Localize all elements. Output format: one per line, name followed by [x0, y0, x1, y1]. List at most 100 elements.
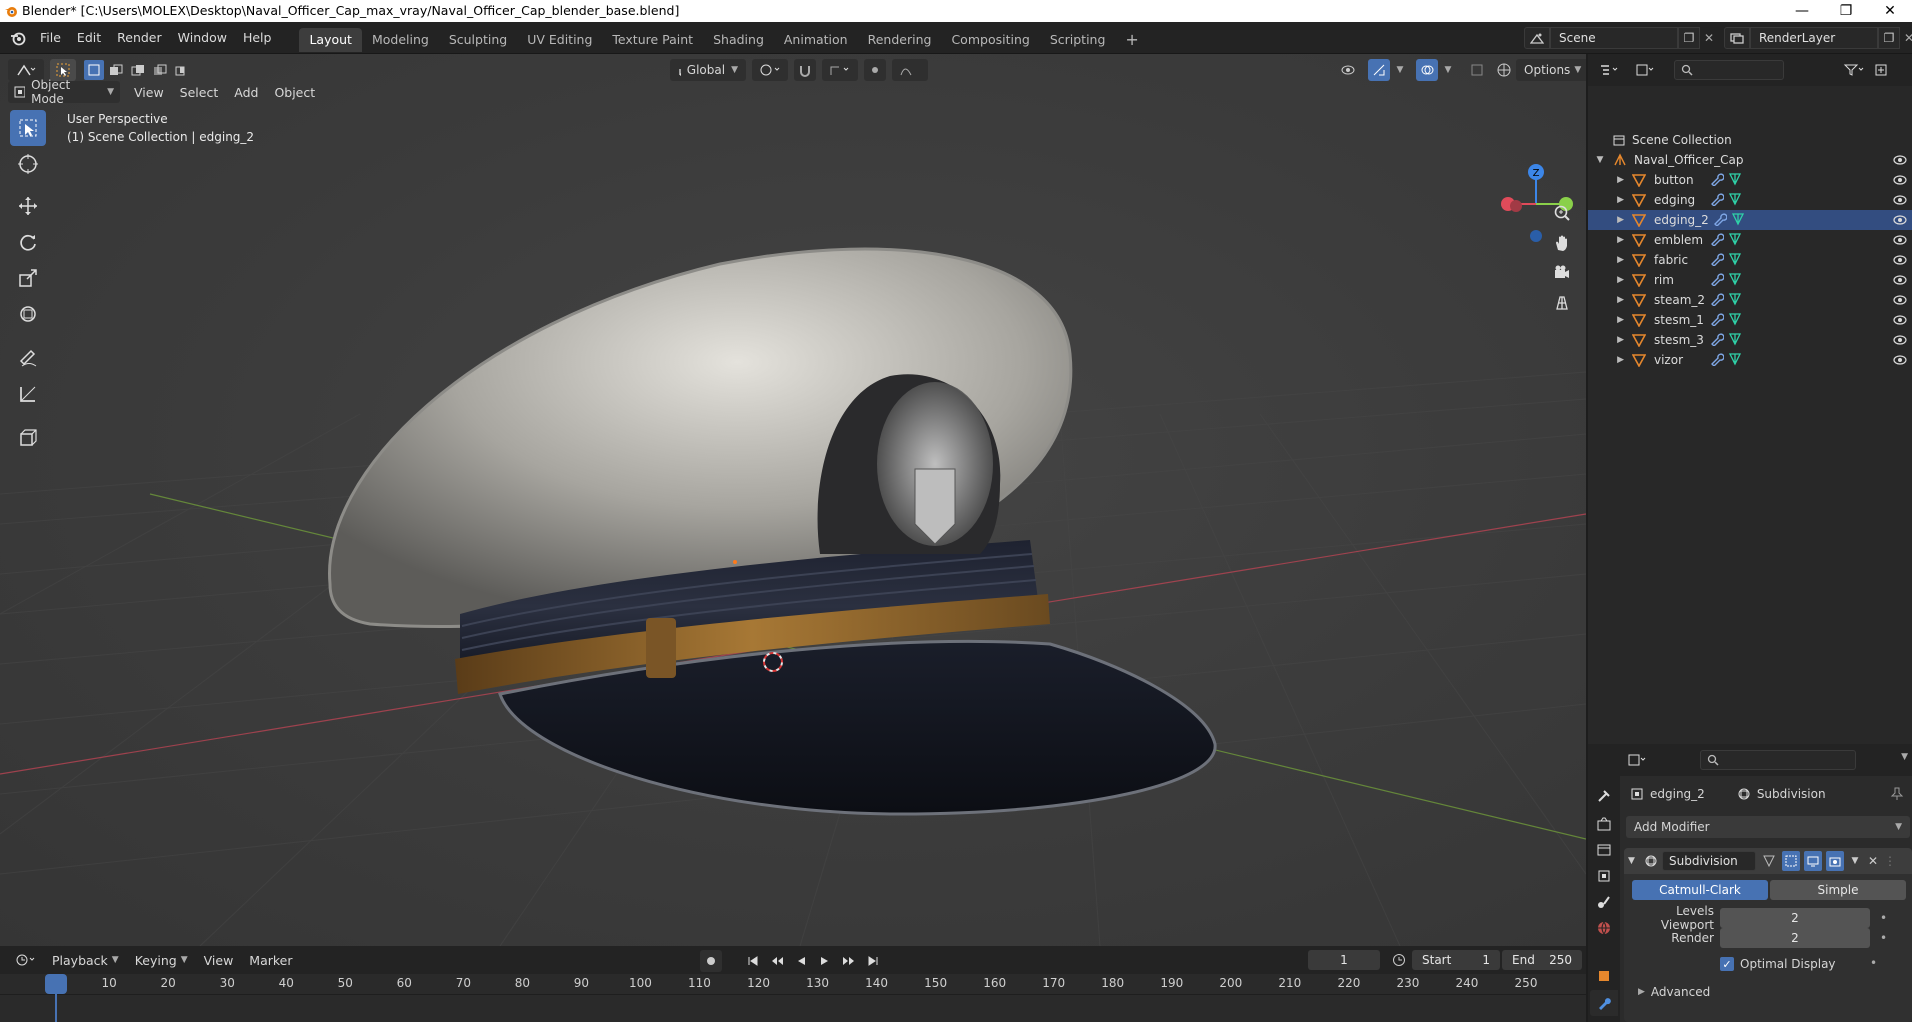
maximize-button[interactable]: ❐	[1824, 0, 1868, 22]
timeline-editor-type-icon[interactable]	[8, 949, 44, 971]
modifier-wrench-icon[interactable]	[1710, 232, 1725, 249]
outliner-row-scene-collection[interactable]: Scene Collection	[1588, 130, 1912, 150]
mesh-data-icon[interactable]	[1728, 332, 1742, 349]
visibility-eye-icon[interactable]	[1892, 293, 1908, 310]
outliner-row-object[interactable]: ▶ button	[1588, 170, 1912, 190]
add-cube-tool-button[interactable]	[10, 420, 46, 456]
mode-invert-icon[interactable]	[150, 60, 170, 80]
timeline-view-menu[interactable]: View	[196, 953, 242, 968]
view-layer-field[interactable]: RenderLayer	[1750, 27, 1878, 49]
outliner-row-object[interactable]: ▶ fabric	[1588, 250, 1912, 270]
viewport-toggle-icon[interactable]	[1804, 851, 1822, 871]
tab-compositing[interactable]: Compositing	[941, 28, 1039, 52]
mesh-data-icon[interactable]	[1728, 172, 1742, 189]
record-icon[interactable]	[700, 950, 722, 972]
expand-toggle-icon[interactable]: ▶	[1588, 355, 1632, 365]
expand-toggle-icon[interactable]: ▶	[1588, 315, 1632, 325]
tab-layout[interactable]: Layout	[299, 27, 362, 52]
pin-icon[interactable]	[1890, 786, 1904, 803]
advanced-subpanel[interactable]: ▶ Advanced	[1638, 982, 1710, 1002]
tool-properties-icon[interactable]	[1592, 784, 1616, 808]
measure-tool-button[interactable]	[10, 376, 46, 412]
jump-start-icon[interactable]	[744, 950, 762, 972]
snap-target-dropdown[interactable]	[822, 59, 858, 81]
scene-properties-icon[interactable]	[1592, 890, 1616, 914]
mode-set-icon[interactable]	[84, 60, 104, 80]
options-dropdown[interactable]: Options ▼	[1516, 59, 1586, 81]
tab-animation[interactable]: Animation	[774, 28, 858, 52]
expand-toggle-icon[interactable]: ▶	[1588, 195, 1632, 205]
annotate-tool-button[interactable]	[10, 340, 46, 376]
modifier-wrench-icon[interactable]	[1710, 192, 1725, 209]
mesh-data-icon[interactable]	[1728, 272, 1742, 289]
visibility-eye-icon[interactable]	[1892, 333, 1908, 350]
view-layer-icon[interactable]	[1724, 27, 1750, 49]
mode-dropdown[interactable]: Object Mode ▼	[8, 78, 120, 106]
expand-toggle-icon[interactable]: ▶	[1588, 175, 1632, 185]
timeline-marker-menu[interactable]: Marker	[241, 953, 300, 968]
add-modifier-dropdown[interactable]: Add Modifier ▼	[1626, 816, 1910, 838]
scale-tool-button[interactable]	[10, 260, 46, 296]
outliner-row-object[interactable]: ▶ edging_2	[1588, 210, 1912, 230]
mesh-data-icon[interactable]	[1728, 312, 1742, 329]
visibility-eye-icon[interactable]	[1892, 153, 1908, 170]
edit-mode-toggle-icon[interactable]	[1760, 851, 1778, 871]
playhead[interactable]	[45, 974, 67, 994]
current-frame-field[interactable]: 1	[1308, 950, 1380, 970]
simple-button[interactable]: Simple	[1770, 880, 1906, 900]
mesh-data-icon[interactable]	[1728, 292, 1742, 309]
visibility-eye-icon[interactable]	[1892, 233, 1908, 250]
outliner-row-object[interactable]: ▶ stesm_1	[1588, 310, 1912, 330]
menu-edit[interactable]: Edit	[69, 22, 109, 54]
scene-name-field[interactable]: Scene	[1550, 27, 1678, 49]
mesh-data-icon[interactable]	[1728, 192, 1742, 209]
menu-select[interactable]: Select	[172, 85, 227, 100]
new-view-layer-icon[interactable]: ❐	[1878, 27, 1900, 49]
outliner-row-object[interactable]: ▶ steam_2	[1588, 290, 1912, 310]
playback-menu[interactable]: Playback ▼	[44, 953, 127, 968]
jump-keyframe-forward-icon[interactable]	[840, 950, 858, 972]
mode-intersect-icon[interactable]	[172, 60, 192, 80]
outliner-row-object[interactable]: ▶ edging	[1588, 190, 1912, 210]
expand-toggle-icon[interactable]: ▶	[1588, 215, 1632, 225]
pan-hand-icon[interactable]	[1548, 228, 1576, 258]
outliner-editor-type-icon[interactable]	[1592, 59, 1628, 81]
overlays-dropdown-icon[interactable]: ▼	[1440, 59, 1456, 81]
tab-scripting[interactable]: Scripting	[1040, 28, 1116, 52]
play-icon[interactable]	[816, 950, 834, 972]
display-mode-icon[interactable]	[1628, 59, 1664, 81]
mode-subtract-icon[interactable]	[128, 60, 148, 80]
drag-handle-icon[interactable]: ⋮	[1884, 854, 1898, 868]
add-workspace-icon[interactable]: +	[1115, 28, 1148, 52]
collapse-toggle-icon[interactable]: ▼	[1628, 856, 1640, 866]
outliner-search-input[interactable]	[1674, 60, 1784, 80]
zoom-icon[interactable]	[1548, 198, 1576, 228]
render-toggle-icon[interactable]	[1826, 851, 1844, 871]
world-properties-icon[interactable]	[1592, 916, 1616, 940]
modifier-properties-icon[interactable]	[1590, 990, 1618, 1016]
modifier-wrench-icon[interactable]	[1713, 212, 1728, 229]
cursor-tool-button[interactable]	[10, 146, 46, 182]
new-collection-icon[interactable]	[1870, 59, 1892, 81]
visibility-eye-icon[interactable]	[1892, 173, 1908, 190]
menu-view[interactable]: View	[126, 85, 172, 100]
menu-object[interactable]: Object	[266, 85, 323, 100]
chevron-down-icon[interactable]: ▼	[1901, 752, 1908, 762]
transform-tool-button[interactable]	[10, 296, 46, 332]
visibility-dropdown-icon[interactable]	[1336, 59, 1366, 81]
expand-toggle-icon[interactable]: ▶	[1588, 335, 1632, 345]
outliner-row-collection[interactable]: ▼ Naval_Officer_Cap	[1588, 150, 1912, 170]
mesh-data-icon[interactable]	[1728, 352, 1742, 369]
3d-viewport[interactable]: Global ▼ ▼ ▼ ▼ Object Mode	[0, 54, 1586, 946]
modifier-wrench-icon[interactable]	[1710, 312, 1725, 329]
animate-property-dot[interactable]: •	[1880, 931, 1887, 945]
modifier-wrench-icon[interactable]	[1710, 252, 1725, 269]
visibility-eye-icon[interactable]	[1892, 273, 1908, 290]
object-properties-icon[interactable]	[1592, 964, 1616, 988]
remove-view-layer-icon[interactable]: ✕	[1900, 27, 1912, 49]
minimize-button[interactable]: —	[1780, 0, 1824, 22]
modifier-wrench-icon[interactable]	[1710, 272, 1725, 289]
mesh-data-icon[interactable]	[1728, 252, 1742, 269]
preview-range-clock-icon[interactable]	[1388, 950, 1410, 970]
select-tool-button[interactable]	[10, 110, 46, 146]
